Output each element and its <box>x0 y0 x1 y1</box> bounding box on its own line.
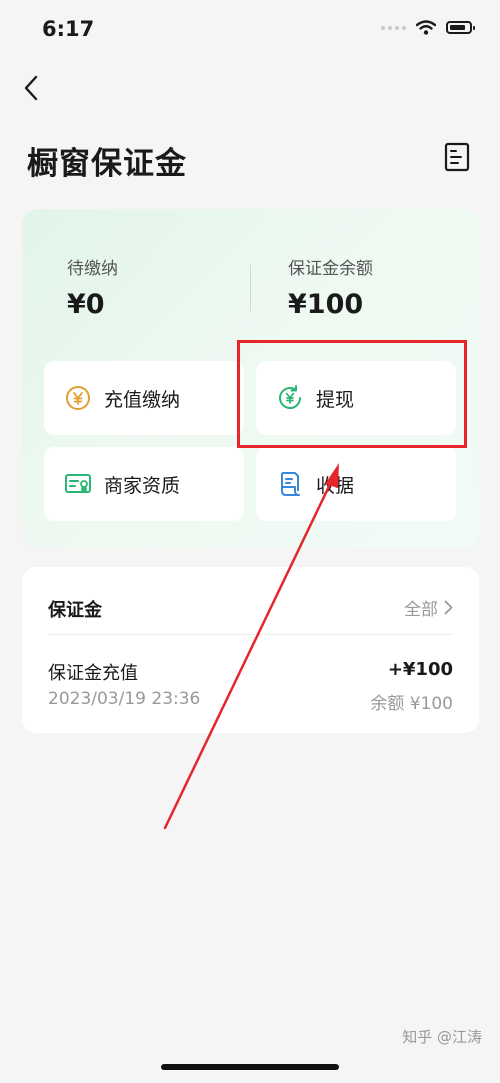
pending-label: 待缴纳 <box>67 259 118 279</box>
pending-stat: 待缴纳 ¥0 <box>67 254 118 320</box>
withdraw-button[interactable]: 提现 <box>256 361 456 435</box>
chevron-left-icon <box>24 75 38 101</box>
chevron-right-icon <box>444 600 453 615</box>
view-all-link[interactable]: 全部 <box>404 595 453 620</box>
record-balance: 余额 ¥100 <box>370 694 453 714</box>
wifi-icon <box>416 20 436 35</box>
watermark: 知乎 @江涛 <box>402 1028 482 1046</box>
records-divider <box>48 634 453 635</box>
balance-stat: 保证金余额 ¥100 <box>288 254 373 320</box>
balance-value: ¥100 <box>288 289 364 320</box>
pending-value: ¥0 <box>67 289 105 320</box>
record-amount: +¥100 <box>387 659 453 680</box>
records-card: 保证金 全部 保证金充值 2023/03/19 23:36 +¥100 余额 ¥… <box>22 567 479 733</box>
battery-icon <box>446 21 475 34</box>
receipt-icon <box>276 470 304 498</box>
recharge-label: 充值缴纳 <box>104 388 181 411</box>
record-name: 保证金充值 <box>48 663 138 684</box>
qualification-button[interactable]: 商家资质 <box>44 447 244 521</box>
records-title: 保证金 <box>48 600 102 621</box>
receipt-button[interactable]: 收据 <box>256 447 456 521</box>
record-date: 2023/03/19 23:36 <box>48 689 201 709</box>
qualification-label: 商家资质 <box>104 474 181 497</box>
signal-dots-icon <box>381 25 406 30</box>
recharge-button[interactable]: 充值缴纳 <box>44 361 244 435</box>
document-list-icon <box>444 142 470 172</box>
stat-divider <box>250 265 251 311</box>
document-list-button[interactable] <box>444 142 470 172</box>
page-title: 橱窗保证金 <box>27 146 187 182</box>
view-all-label: 全部 <box>404 600 438 620</box>
balance-label: 保证金余额 <box>288 259 373 279</box>
receipt-label: 收据 <box>316 474 355 497</box>
home-indicator <box>161 1064 339 1070</box>
status-icons <box>381 20 475 35</box>
certificate-icon <box>64 470 92 498</box>
status-time: 6:17 <box>42 17 95 41</box>
back-button[interactable] <box>16 70 46 106</box>
withdraw-label: 提现 <box>316 388 355 411</box>
yen-coin-icon <box>64 384 92 412</box>
status-bar: 6:17 <box>0 0 500 60</box>
yen-refresh-icon <box>276 384 304 412</box>
deposit-card: 待缴纳 ¥0 保证金余额 ¥100 充值缴纳 提现 商家资质 收据 <box>22 209 479 549</box>
